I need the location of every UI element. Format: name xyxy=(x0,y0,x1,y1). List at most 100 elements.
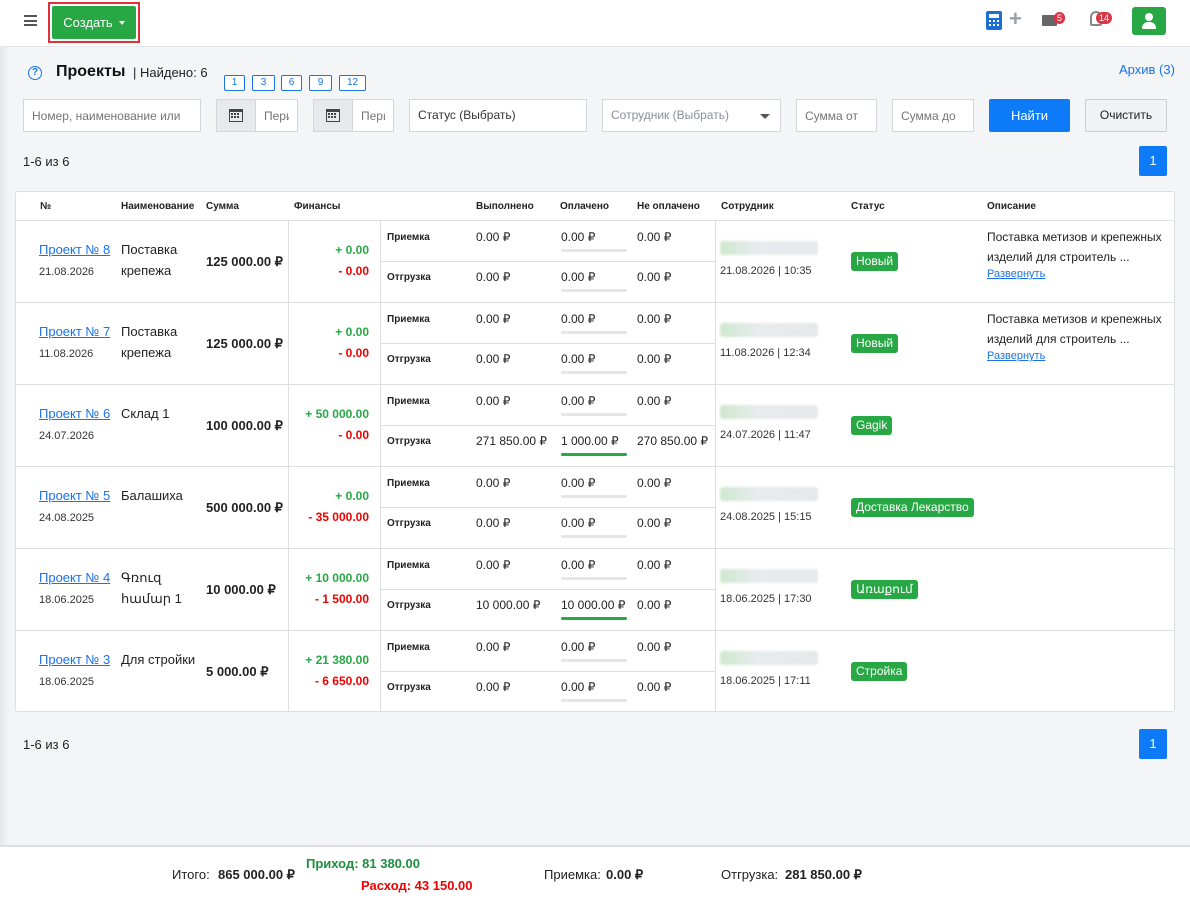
calendar-icon xyxy=(326,109,340,122)
project-link[interactable]: Проект № 8 xyxy=(39,242,110,257)
employee-select[interactable]: Сотрудник (Выбрать) xyxy=(602,99,781,132)
perpage-12-button[interactable]: 12 xyxy=(339,75,366,91)
ship-done: 0.00 ₽ xyxy=(476,352,511,366)
status-badge[interactable]: Gagik xyxy=(851,416,893,435)
user-profile-button[interactable] xyxy=(1132,7,1166,35)
col-header-status: Статус xyxy=(851,201,885,212)
project-description: Поставка метизов и крепежных изделий для… xyxy=(987,309,1173,363)
ship-paid-progress xyxy=(561,371,627,374)
op-label-ship: Отгрузка xyxy=(387,354,431,365)
create-button-highlight: Создать xyxy=(48,2,140,43)
perpage-9-button[interactable]: 9 xyxy=(309,75,332,91)
column-divider xyxy=(288,303,289,385)
finance-income: + 50 000.00 xyxy=(305,407,369,421)
employee-date: 11.08.2026 | 12:34 xyxy=(720,347,811,359)
op-label-accept: Приемка xyxy=(387,478,430,489)
ship-unpaid: 0.00 ₽ xyxy=(637,516,672,530)
period2-input[interactable] xyxy=(352,99,394,132)
find-button[interactable]: Найти xyxy=(989,99,1070,132)
finance-income: + 0.00 xyxy=(335,243,369,257)
project-name: Склад 1 xyxy=(121,406,170,421)
accept-done: 0.00 ₽ xyxy=(476,476,511,490)
op-label-ship: Отгрузка xyxy=(387,518,431,529)
perpage-6-button[interactable]: 6 xyxy=(281,75,302,91)
page-title: Проекты xyxy=(56,63,126,80)
ship-paid: 1 000.00 ₽ xyxy=(561,434,619,448)
project-date: 18.06.2025 xyxy=(39,594,95,606)
archive-link[interactable]: Архив (3) xyxy=(1119,62,1175,77)
project-link[interactable]: Проект № 4 xyxy=(39,570,110,585)
accept-done: 0.00 ₽ xyxy=(476,640,511,654)
column-divider xyxy=(380,221,381,303)
col-header-employee: Сотрудник xyxy=(721,201,774,212)
status-badge[interactable]: Новый xyxy=(851,252,899,271)
col-header-sum: Сумма xyxy=(206,201,239,212)
search-input[interactable] xyxy=(23,99,201,132)
calculator-icon[interactable] xyxy=(986,11,1002,30)
accept-total-value: 0.00 ₽ xyxy=(606,867,644,882)
expand-link[interactable]: Развернуть xyxy=(987,349,1173,363)
accept-paid-progress xyxy=(561,413,627,416)
ship-paid: 10 000.00 ₽ xyxy=(561,598,626,612)
project-name: Գռուզ համար 1 xyxy=(121,570,182,606)
messages-badge: 5 xyxy=(1054,12,1066,24)
page-1-button-top[interactable]: 1 xyxy=(1139,146,1167,176)
expand-link[interactable]: Развернуть xyxy=(987,267,1173,281)
accept-done: 0.00 ₽ xyxy=(476,312,511,326)
status-badge[interactable]: Առաքում xyxy=(851,580,918,599)
project-link[interactable]: Проект № 6 xyxy=(39,406,110,421)
accept-paid: 0.00 ₽ xyxy=(561,312,596,326)
employee-name-blurred xyxy=(720,405,818,419)
page-1-button-bottom[interactable]: 1 xyxy=(1139,729,1167,759)
help-icon[interactable]: ? xyxy=(28,66,42,80)
ship-done: 0.00 ₽ xyxy=(476,270,511,284)
project-link[interactable]: Проект № 7 xyxy=(39,324,110,339)
op-label-accept: Приемка xyxy=(387,642,430,653)
perpage-3-button[interactable]: 3 xyxy=(252,75,275,91)
ship-total-value: 281 850.00 ₽ xyxy=(785,867,862,882)
totals-footer: Итого: 865 000.00 ₽ Приход: 81 380.00 Ра… xyxy=(0,845,1190,900)
accept-total-label: Приемка: xyxy=(544,867,601,882)
accept-paid-progress xyxy=(561,577,627,580)
finance-expense: - 0.00 xyxy=(338,264,369,278)
clear-button[interactable]: Очистить xyxy=(1085,99,1167,132)
accept-unpaid: 0.00 ₽ xyxy=(637,394,672,408)
sum-from-input[interactable] xyxy=(796,99,877,132)
op-divider xyxy=(381,507,715,508)
employee-name-blurred xyxy=(720,487,818,501)
status-badge[interactable]: Новый xyxy=(851,334,899,353)
column-divider xyxy=(380,549,381,631)
accept-paid-progress xyxy=(561,495,627,498)
op-label-ship: Отгрузка xyxy=(387,600,431,611)
ship-paid: 0.00 ₽ xyxy=(561,516,596,530)
period2-calendar-button[interactable] xyxy=(313,99,353,132)
op-label-accept: Приемка xyxy=(387,396,430,407)
found-count: | Найдено: 6 xyxy=(133,65,208,80)
project-name: Балашиха xyxy=(121,488,183,503)
create-button[interactable]: Создать xyxy=(52,6,136,39)
table-row: Проект № 7 11.08.2026 Поставка крепежа 1… xyxy=(16,303,1174,385)
project-date: 18.06.2025 xyxy=(39,676,95,688)
project-sum: 125 000.00 ₽ xyxy=(206,254,283,269)
status-badge[interactable]: Стройка xyxy=(851,662,908,681)
status-badge[interactable]: Доставка Лекарство xyxy=(851,498,974,517)
employee-date: 24.07.2026 | 11:47 xyxy=(720,429,811,441)
period1-calendar-button[interactable] xyxy=(216,99,256,132)
menu-icon[interactable] xyxy=(24,15,37,26)
employee-name-blurred xyxy=(720,323,818,337)
accept-paid: 0.00 ₽ xyxy=(561,476,596,490)
column-divider xyxy=(715,385,716,467)
plus-icon[interactable]: + xyxy=(1009,8,1022,30)
period1-input[interactable] xyxy=(255,99,298,132)
perpage-1-button[interactable]: 1 xyxy=(224,75,245,91)
ship-paid-progress xyxy=(561,535,627,538)
status-select[interactable]: Статус (Выбрать) xyxy=(409,99,587,132)
project-link[interactable]: Проект № 3 xyxy=(39,652,110,667)
project-sum: 10 000.00 ₽ xyxy=(206,582,276,597)
col-header-name: Наименование xyxy=(121,201,195,212)
op-label-ship: Отгрузка xyxy=(387,436,431,447)
column-divider xyxy=(380,467,381,549)
sum-to-input[interactable] xyxy=(892,99,974,132)
project-link[interactable]: Проект № 5 xyxy=(39,488,110,503)
ship-paid-progress xyxy=(561,453,627,456)
